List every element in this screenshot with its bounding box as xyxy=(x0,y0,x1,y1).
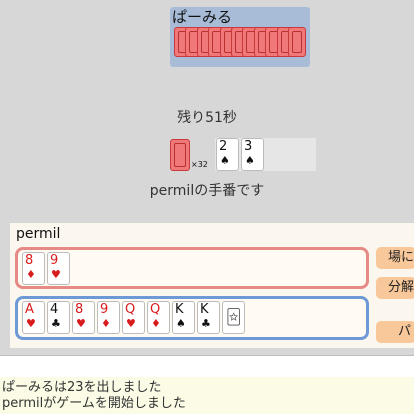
card-rank: 9 xyxy=(50,253,59,268)
card-rank: A xyxy=(25,302,34,317)
field-cards: 2 ♠ 3 ♠ xyxy=(215,138,275,172)
deck-pile xyxy=(170,139,190,171)
opponent-name: ぱーみる xyxy=(172,8,233,26)
split-button[interactable]: 分解 xyxy=(376,277,414,299)
card-rank: 9 xyxy=(100,302,109,317)
log-line: ぱーみるは23を出しました xyxy=(2,380,162,395)
playing-card[interactable]: Q ♥ xyxy=(122,301,145,334)
card-suit: ♥ xyxy=(51,268,61,281)
playing-card[interactable]: A ♥ xyxy=(22,301,45,334)
joker-icon: 🃟 xyxy=(226,308,242,326)
card-suit: ♥ xyxy=(76,317,86,330)
card-suit: ♦ xyxy=(101,317,111,330)
opponent-card-back xyxy=(288,27,306,57)
card-suit: ♣ xyxy=(201,317,211,330)
card-suit: ♠ xyxy=(220,154,230,167)
selected-cards: 8 ♦ 9 ♥ xyxy=(21,252,361,286)
player-hand-area: A ♥ 4 ♣ 8 ♥ 9 ♦ Q ♥ Q ♦ K ♠ K ♣ 🃟 xyxy=(15,296,369,340)
card-suit: ♠ xyxy=(176,317,186,330)
selected-cards-area[interactable]: 8 ♦ 9 ♥ xyxy=(15,247,369,289)
card-suit: ♣ xyxy=(51,317,61,330)
chat-input-strip[interactable] xyxy=(0,356,414,377)
playing-card[interactable]: 8 ♥ xyxy=(72,301,95,334)
playing-card[interactable]: K ♠ xyxy=(172,301,195,334)
card-suit: ♦ xyxy=(151,317,161,330)
playing-card[interactable]: 9 ♥ xyxy=(47,252,70,285)
card-back xyxy=(170,139,190,171)
card-rank: K xyxy=(200,302,209,317)
card-rank: 8 xyxy=(75,302,84,317)
playing-card[interactable]: K ♣ xyxy=(197,301,220,334)
turn-timer: 残り51秒 xyxy=(177,110,237,126)
game-log: ぱーみるは23を出しました permilがゲームを開始しました xyxy=(0,377,414,414)
playing-card: 3 ♠ xyxy=(241,138,264,171)
card-rank: 4 xyxy=(50,302,59,317)
card-suit: ♥ xyxy=(26,317,36,330)
joker-card[interactable]: 🃟 xyxy=(222,301,245,334)
card-suit: ♦ xyxy=(26,268,36,281)
deck-count: ×32 xyxy=(191,160,208,169)
pass-button[interactable]: パ xyxy=(376,321,414,343)
card-suit: ♠ xyxy=(245,154,255,167)
card-rank: 2 xyxy=(219,139,228,154)
card-rank: Q xyxy=(125,302,136,317)
card-suit: ♥ xyxy=(126,317,136,330)
card-rank: Q xyxy=(150,302,161,317)
player-name: permil xyxy=(16,226,61,242)
player-hand: A ♥ 4 ♣ 8 ♥ 9 ♦ Q ♥ Q ♦ K ♠ K ♣ 🃟 xyxy=(21,301,361,337)
turn-indicator: permilの手番です xyxy=(149,183,265,199)
log-line: permilがゲームを開始しました xyxy=(2,396,186,411)
card-rank: K xyxy=(175,302,184,317)
playing-card[interactable]: 8 ♦ xyxy=(22,252,45,285)
card-rank: 8 xyxy=(25,253,34,268)
card-rank: 3 xyxy=(244,139,253,154)
playing-card: 2 ♠ xyxy=(216,138,239,171)
playing-card[interactable]: Q ♦ xyxy=(147,301,170,334)
playing-card[interactable]: 4 ♣ xyxy=(47,301,70,334)
play-button[interactable]: 場に xyxy=(376,247,414,269)
playing-card[interactable]: 9 ♦ xyxy=(97,301,120,334)
